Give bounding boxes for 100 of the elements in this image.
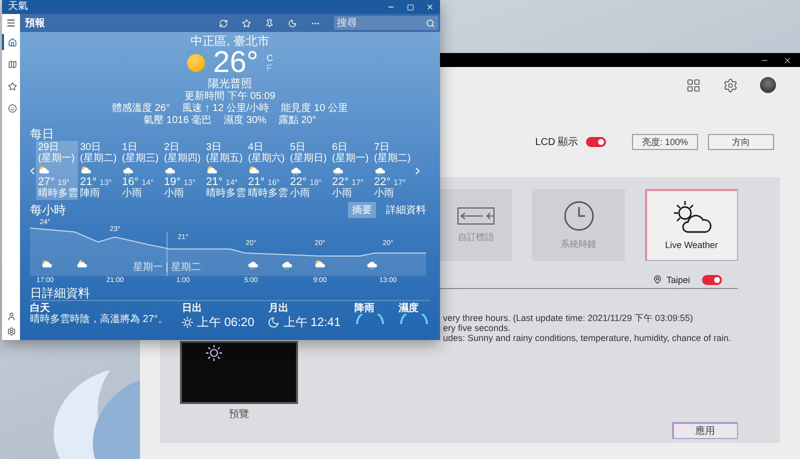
day-condition: 小雨: [374, 188, 395, 199]
person-icon[interactable]: [6, 312, 16, 321]
location-label: Taipei: [666, 274, 690, 284]
day-condition: 晴時多雲: [206, 188, 244, 199]
moon-icon: [268, 317, 280, 328]
detail-label: 日出: [182, 303, 203, 314]
location-toggle[interactable]: [702, 274, 722, 284]
high-temperature: 19°: [164, 176, 181, 188]
info-text: very three hours. (Last update time: 2021/11/29 下午 03:09:55): [443, 313, 694, 323]
sun-cloud-icon: [80, 164, 92, 176]
star-icon: [8, 82, 16, 90]
high-temperature: 16°: [122, 176, 139, 188]
setting-button[interactable]: 亮度: 100%: [632, 134, 698, 150]
low-temperature: 14°: [226, 178, 238, 187]
low-temperature: 18°: [310, 178, 322, 187]
setting-button[interactable]: 方向: [708, 134, 774, 150]
section-title: 每小時: [30, 203, 66, 217]
settings-icon[interactable]: [6, 327, 16, 336]
moon-cloud-icon: [76, 258, 88, 270]
high-temperature: 21°: [248, 176, 265, 188]
day-date: 29日 (星期一): [38, 142, 76, 164]
day-forecast[interactable]: 4日 (星期六) 21° 16° 晴時多雲: [246, 141, 288, 200]
day-forecast[interactable]: 6日 (星期一) 22° 17° 小雨: [330, 141, 372, 200]
mode-card[interactable]: 自訂標語: [440, 189, 512, 261]
chevron-right-icon[interactable]: [414, 166, 420, 174]
lcd-label: LCD 顯示: [535, 136, 578, 149]
search-icon[interactable]: [426, 18, 435, 28]
day-condition: 小雨: [290, 188, 311, 199]
detail-label: 白天: [30, 303, 51, 314]
sun-cloud-icon: [38, 164, 50, 176]
day-forecast[interactable]: 7日 (星期二) 22° 17° 小雨: [372, 141, 414, 200]
grid-icon[interactable]: [686, 78, 701, 92]
location-name: 中正區, 臺北市: [190, 34, 270, 48]
weather-detail: 風速 ↑ 12 公里/小時: [182, 103, 270, 114]
moon-icon[interactable]: [288, 18, 297, 28]
day-condition: 小雨: [122, 188, 143, 199]
info-text: udes: Sunny and rainy conditions, temperature, humidity, chance of rain.: [443, 333, 731, 343]
update-time: 更新時間 下午 05:09: [184, 91, 276, 102]
clock-icon: [562, 200, 594, 232]
detail-label: 降雨: [354, 303, 376, 314]
gauge-arc-drawing: [354, 314, 385, 324]
location-pin-icon: [653, 275, 662, 284]
close-icon[interactable]: [783, 56, 792, 64]
detail-label: 月出: [268, 303, 290, 314]
low-temperature: 19°: [58, 178, 70, 187]
mode-card[interactable]: Live Weather: [645, 189, 738, 261]
view-button[interactable]: 詳細資料: [382, 202, 430, 218]
smiley-icon: [8, 104, 16, 112]
detail-value: 上午 12:41: [283, 314, 341, 331]
day-date: 6日 (星期一): [332, 142, 370, 164]
lcd-toggle[interactable]: [586, 137, 606, 147]
weather-detail: 能見度 10 公里: [281, 103, 348, 115]
day-condition: 小雨: [332, 188, 353, 199]
weather-detail: 濕度 30%: [224, 115, 266, 127]
day-date: 1日 (星期三): [122, 142, 160, 164]
refresh-icon[interactable]: [219, 18, 228, 28]
day-date: 4日 (星期六): [248, 142, 286, 164]
low-temperature: 13°: [184, 178, 196, 187]
menu-icon[interactable]: [6, 18, 16, 28]
apply-button[interactable]: 應用: [672, 422, 738, 439]
star-icon[interactable]: [242, 18, 251, 28]
day-date: 2日 (星期四): [164, 142, 202, 164]
high-temperature: 22°: [290, 176, 307, 188]
day-forecast[interactable]: 30日 (星期二) 21° 13° 陣雨: [78, 141, 120, 200]
maximize-icon[interactable]: [407, 4, 414, 10]
current-temperature: 26°: [213, 48, 258, 78]
day-date: 5日 (星期日): [290, 142, 328, 164]
day-forecast[interactable]: 5日 (星期日) 22° 18° 小雨: [288, 141, 330, 200]
day-date: 3日 (星期五): [206, 142, 244, 164]
sun-cloud-icon: [206, 164, 218, 176]
chevron-left-icon[interactable]: [30, 166, 36, 174]
avatar[interactable]: [760, 77, 776, 93]
view-button[interactable]: 摘要: [348, 202, 376, 218]
high-temperature: 22°: [374, 176, 391, 188]
weather-detail: 體感溫度 26°: [112, 103, 170, 115]
detail-value: 晴時多雲時陰，高溫將為 27°。: [30, 314, 168, 326]
day-condition: 陣雨: [80, 188, 101, 199]
preview-label: 預覽: [229, 408, 249, 421]
pin-icon[interactable]: [265, 18, 274, 28]
low-temperature: 16°: [268, 178, 280, 187]
gauge-arc-drawing: [398, 314, 429, 324]
day-condition: 小雨: [164, 188, 185, 199]
unit-toggle[interactable]: C: [266, 53, 273, 63]
day-forecast[interactable]: 29日 (星期一) 27° 19° 晴時多雲: [36, 141, 78, 200]
detail-value: 上午 06:20: [196, 314, 254, 331]
mode-label: 系統時鐘: [560, 238, 596, 250]
day-forecast[interactable]: 2日 (星期四) 19° 13° 小雨: [162, 141, 204, 200]
settings-icon[interactable]: [723, 78, 738, 92]
sun-icon: [206, 345, 222, 361]
day-forecast[interactable]: 1日 (星期三) 16° 14° 小雨: [120, 141, 162, 200]
window-title: 天氣: [8, 0, 28, 14]
day-forecast[interactable]: 3日 (星期五) 21° 14° 晴時多雲: [204, 141, 246, 200]
home-icon: [8, 38, 16, 46]
info-text: ery five seconds.: [443, 323, 512, 333]
section-title: 每日: [30, 127, 55, 141]
mode-card[interactable]: 系統時鐘: [532, 189, 625, 261]
high-temperature: 21°: [206, 176, 223, 188]
sun-cloud-icon: [314, 258, 326, 270]
low-temperature: 17°: [394, 178, 406, 187]
low-temperature: 14°: [142, 178, 154, 187]
